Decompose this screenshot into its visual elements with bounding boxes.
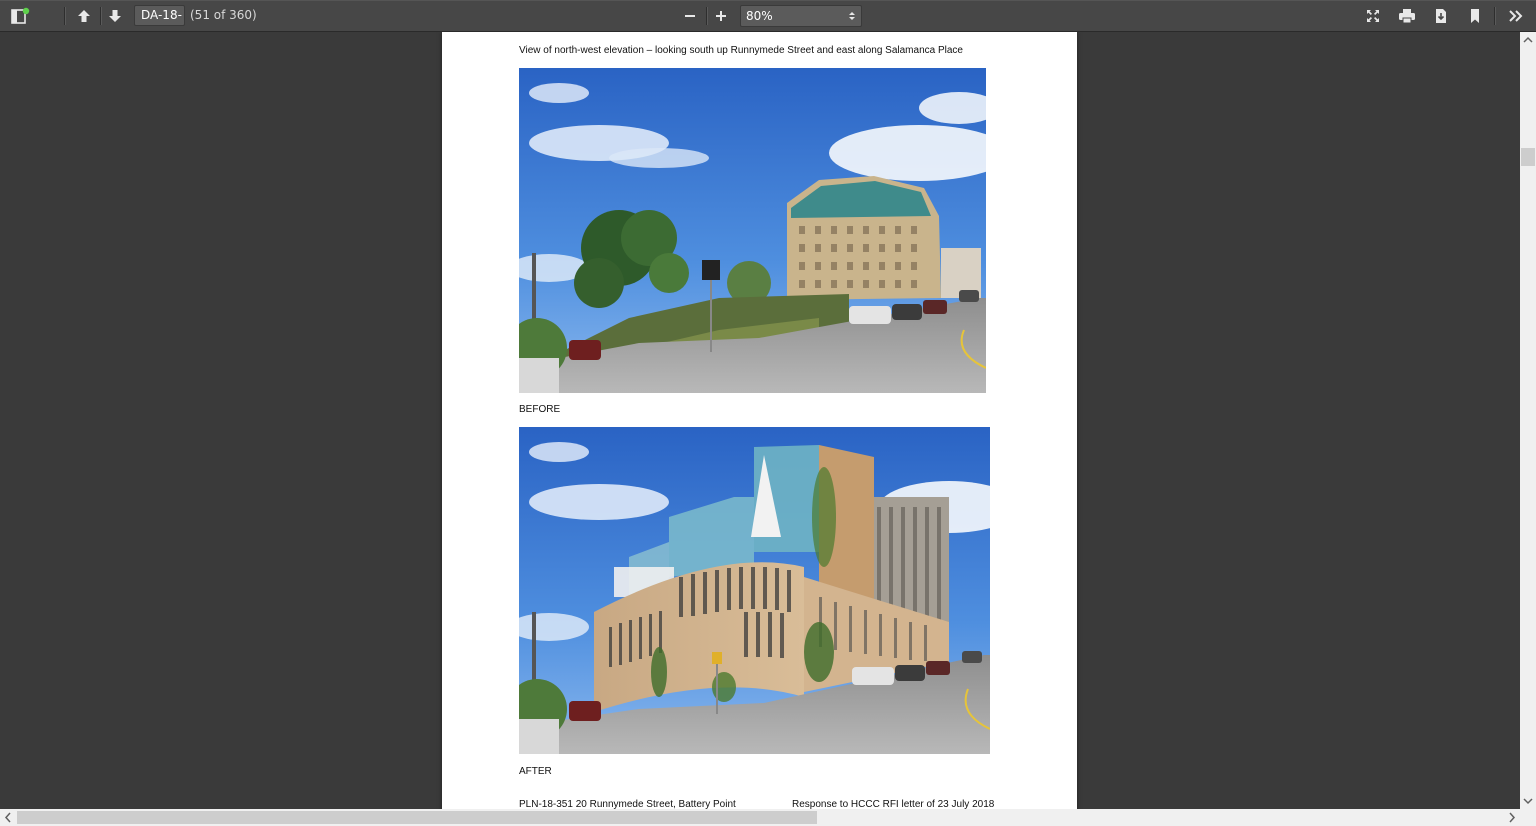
zoom-out-icon: [685, 15, 695, 17]
scroll-up-icon[interactable]: [1520, 32, 1536, 48]
sidebar-toggle-button[interactable]: [7, 4, 33, 28]
document-viewer[interactable]: View of north-west elevation – looking s…: [0, 32, 1520, 809]
next-page-icon: [109, 10, 121, 22]
after-photo: [519, 427, 990, 754]
bookmark-icon: [1471, 9, 1479, 23]
page-number-input[interactable]: DA-18-: [134, 5, 185, 26]
scrollbar-corner: [1520, 809, 1536, 826]
tools-button[interactable]: [1503, 4, 1529, 28]
tools-icon: [1509, 10, 1523, 22]
vertical-scroll-thumb[interactable]: [1521, 148, 1535, 166]
footer-right: Response to HCCC RFI letter of 23 July 2…: [792, 799, 995, 809]
select-updown-icon: [849, 12, 855, 20]
page-heading: View of north-west elevation – looking s…: [519, 45, 963, 56]
vertical-scrollbar[interactable]: [1520, 32, 1536, 809]
scroll-right-icon[interactable]: [1503, 809, 1520, 826]
before-label: BEFORE: [519, 404, 561, 415]
scroll-left-icon[interactable]: [0, 809, 17, 826]
horizontal-scroll-thumb[interactable]: [17, 811, 817, 824]
zoom-select-value: 80%: [746, 9, 773, 23]
zoom-select[interactable]: 80%: [740, 5, 862, 27]
footer-left: PLN-18-351 20 Runnymede Street, Battery …: [519, 799, 736, 809]
zoom-in-icon: [716, 11, 726, 21]
print-button[interactable]: [1394, 4, 1420, 28]
scroll-down-icon[interactable]: [1520, 793, 1536, 809]
pdf-toolbar: DA-18- (51 of 360) 80%: [0, 0, 1536, 32]
after-label: AFTER: [519, 766, 552, 777]
sidebar-toggle-icon: [11, 7, 30, 24]
page-count-label: (51 of 360): [190, 8, 257, 22]
presentation-mode-button[interactable]: [1360, 4, 1386, 28]
print-icon: [1399, 9, 1415, 24]
before-photo: [519, 68, 986, 393]
download-icon: [1436, 9, 1446, 23]
download-button[interactable]: [1428, 4, 1454, 28]
pdf-page: View of north-west elevation – looking s…: [442, 32, 1077, 809]
zoom-in-button[interactable]: [708, 4, 734, 28]
previous-page-button[interactable]: [71, 4, 97, 28]
presentation-mode-icon: [1367, 10, 1379, 22]
next-page-button[interactable]: [102, 4, 128, 28]
previous-page-icon: [78, 10, 90, 22]
zoom-out-button[interactable]: [677, 4, 703, 28]
horizontal-scrollbar[interactable]: [0, 809, 1520, 826]
bookmark-button[interactable]: [1462, 4, 1488, 28]
